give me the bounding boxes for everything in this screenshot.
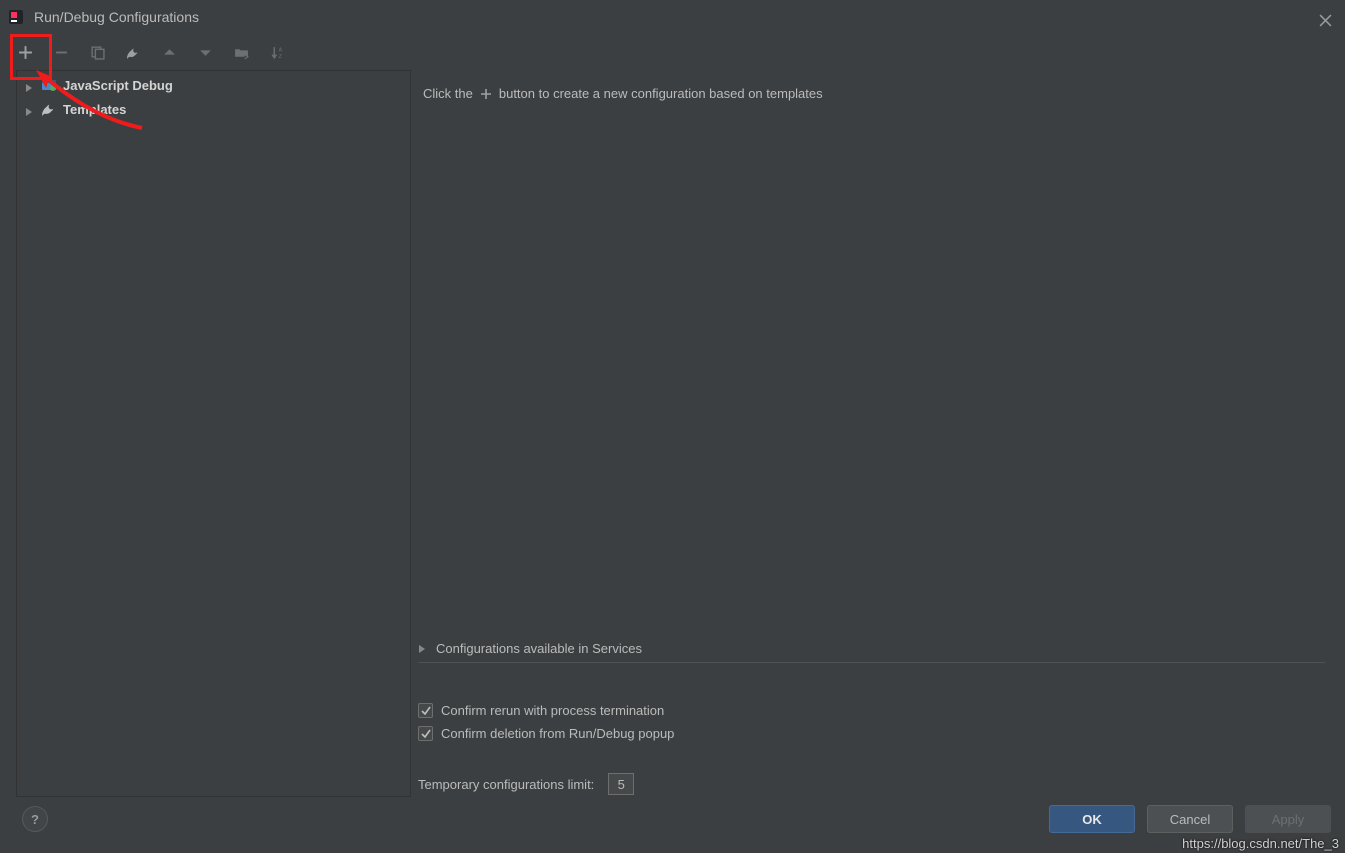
temp-limit-input[interactable] [608,773,634,795]
edit-templates-button[interactable] [122,41,144,63]
toolbar: AZ [0,34,1345,70]
hint-after: button to create a new configuration bas… [499,86,823,101]
plus-icon [479,87,493,101]
sort-button[interactable]: AZ [266,41,288,63]
folder-button[interactable] [230,41,252,63]
confirm-deletion-checkbox[interactable] [418,726,433,741]
chevron-right-icon [25,80,35,90]
app-icon [8,9,24,25]
chevron-right-icon [25,104,35,114]
close-button[interactable] [1317,12,1333,28]
lower-options: Configurations available in Services Con… [418,641,1325,795]
move-down-button[interactable] [194,41,216,63]
title-bar: Run/Debug Configurations [0,0,1345,34]
js-debug-icon [41,77,57,93]
cancel-button[interactable]: Cancel [1147,805,1233,833]
button-bar: ? OK Cancel Apply [0,799,1345,839]
tree-item-js-debug[interactable]: JavaScript Debug [17,73,410,97]
help-button[interactable]: ? [22,806,48,832]
confirm-deletion-label: Confirm deletion from Run/Debug popup [441,726,674,741]
wrench-icon [41,101,57,117]
svg-text:A: A [278,47,282,53]
confirm-rerun-label: Confirm rerun with process termination [441,703,664,718]
tree-item-label: JavaScript Debug [63,78,173,93]
confirm-rerun-checkbox[interactable] [418,703,433,718]
apply-button[interactable]: Apply [1245,805,1331,833]
window-title: Run/Debug Configurations [34,9,199,25]
temp-limit-label: Temporary configurations limit: [418,777,594,792]
ok-button[interactable]: OK [1049,805,1135,833]
services-expander[interactable]: Configurations available in Services [418,641,1325,663]
tree-item-label: Templates [63,102,126,117]
tree-item-templates[interactable]: Templates [17,97,410,121]
copy-button[interactable] [86,41,108,63]
move-up-button[interactable] [158,41,180,63]
add-button[interactable] [14,41,36,63]
hint-text: Click the button to create a new configu… [423,86,1321,101]
hint-before: Click the [423,86,473,101]
remove-button[interactable] [50,41,72,63]
chevron-right-icon [418,641,426,656]
config-tree-panel: JavaScript Debug Templates [16,70,411,797]
svg-text:Z: Z [278,53,282,59]
expander-label: Configurations available in Services [436,641,642,656]
